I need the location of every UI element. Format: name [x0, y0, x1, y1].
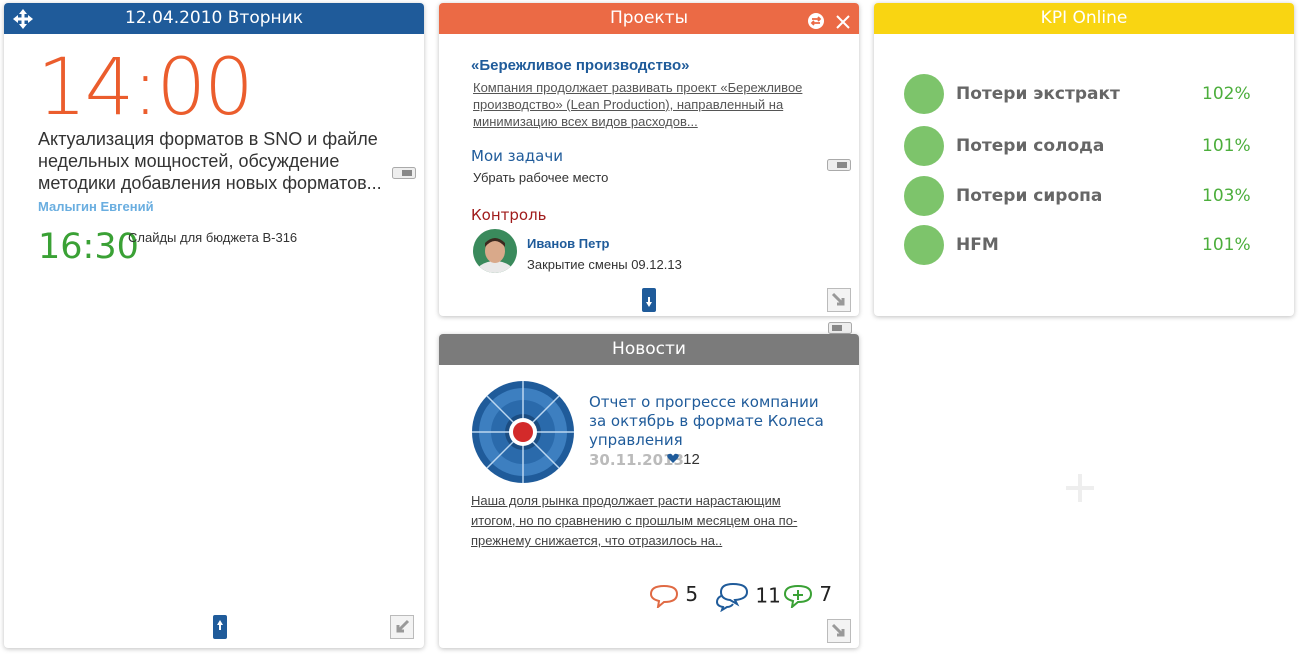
discussion-icon	[715, 582, 749, 613]
projects-widget: Проекты «Бережливое производство» Компан…	[439, 3, 859, 316]
event-title[interactable]: Актуализация форматов в SNO и файле неде…	[38, 128, 383, 194]
projects-header: Проекты	[439, 3, 859, 34]
calendar-date: 12.04.2010 Вторник	[125, 8, 303, 28]
avatar[interactable]	[473, 229, 517, 273]
move-icon[interactable]	[11, 8, 35, 30]
collapse-icon[interactable]	[390, 615, 414, 639]
kpi-row[interactable]: Потери сиропа 103%	[904, 176, 1264, 216]
followers-count: 7	[819, 582, 833, 606]
kpi-name: Потери сиропа	[956, 186, 1103, 206]
toggle-icon[interactable]	[828, 321, 852, 334]
kpi-row[interactable]: HFM 101%	[904, 225, 1264, 265]
news-title: Новости	[612, 339, 686, 359]
projects-title: Проекты	[609, 8, 689, 28]
event-title-2[interactable]: Слайды для бюджета В-316	[128, 230, 297, 245]
event-person[interactable]: Малыгин Евгений	[38, 199, 154, 214]
comments-count: 5	[685, 582, 699, 606]
kpi-row[interactable]: Потери солода 101%	[904, 126, 1264, 166]
status-dot	[904, 126, 944, 166]
likes[interactable]: 12	[667, 451, 700, 468]
status-dot	[904, 176, 944, 216]
project-title[interactable]: «Бережливое производство»	[471, 57, 689, 74]
calendar-widget: 12.04.2010 Вторник 14:00 Актуализация фо…	[4, 3, 424, 648]
add-widget-icon[interactable]	[1064, 472, 1096, 509]
news-header: Новости	[439, 334, 859, 365]
comments-counter[interactable]: 5	[649, 582, 699, 609]
control-person[interactable]: Иванов Петр	[527, 236, 610, 251]
likes-count: 12	[683, 451, 700, 468]
kpi-value: 101%	[1202, 136, 1251, 156]
comment-icon	[649, 584, 679, 609]
calendar-header: 12.04.2010 Вторник	[4, 3, 424, 34]
kpi-row[interactable]: Потери экстракт 102%	[904, 74, 1264, 114]
toggle-icon[interactable]	[392, 166, 416, 179]
expand-icon[interactable]	[827, 619, 851, 643]
project-description[interactable]: Компания продолжает развивать проект «Бе…	[473, 79, 833, 130]
kpi-widget: KPI Online Потери экстракт 102% Потери с…	[874, 3, 1294, 316]
my-tasks-label[interactable]: Мои задачи	[471, 147, 563, 165]
follow-icon	[783, 584, 813, 609]
news-headline[interactable]: Отчет о прогрессе компании за октябрь в …	[589, 393, 829, 450]
control-label[interactable]: Контроль	[471, 206, 547, 224]
kpi-title: KPI Online	[1040, 8, 1128, 28]
status-dot	[904, 225, 944, 265]
scroll-down-icon[interactable]	[641, 288, 657, 316]
news-widget: Новости Отчет о прогрессе компании за ок…	[439, 334, 859, 648]
kpi-name: HFM	[956, 235, 999, 255]
kpi-value: 101%	[1202, 235, 1251, 255]
kpi-name: Потери экстракт	[956, 84, 1120, 104]
control-task[interactable]: Закрытие смены 09.12.13	[527, 257, 682, 272]
settings-icon[interactable]	[807, 10, 825, 41]
followers-counter[interactable]: 7	[783, 582, 833, 609]
kpi-header: KPI Online	[874, 3, 1294, 34]
kpi-name: Потери солода	[956, 136, 1105, 156]
status-dot	[904, 74, 944, 114]
close-icon[interactable]	[835, 10, 851, 41]
kpi-value: 102%	[1202, 84, 1251, 104]
event-time: 14:00	[37, 43, 254, 133]
heart-icon	[667, 453, 679, 463]
expand-icon[interactable]	[827, 288, 851, 312]
scroll-down-icon[interactable]	[212, 615, 228, 644]
news-body[interactable]: Наша доля рынка продолжает расти нараста…	[471, 491, 801, 551]
discussions-count: 11	[755, 583, 781, 608]
toggle-icon[interactable]	[827, 158, 851, 171]
event-time-2: 16:30	[38, 227, 139, 267]
kpi-value: 103%	[1202, 186, 1251, 206]
discussions-counter[interactable]: 11	[715, 582, 781, 613]
news-image[interactable]	[471, 380, 575, 484]
task-item[interactable]: Убрать рабочее место	[473, 170, 608, 185]
